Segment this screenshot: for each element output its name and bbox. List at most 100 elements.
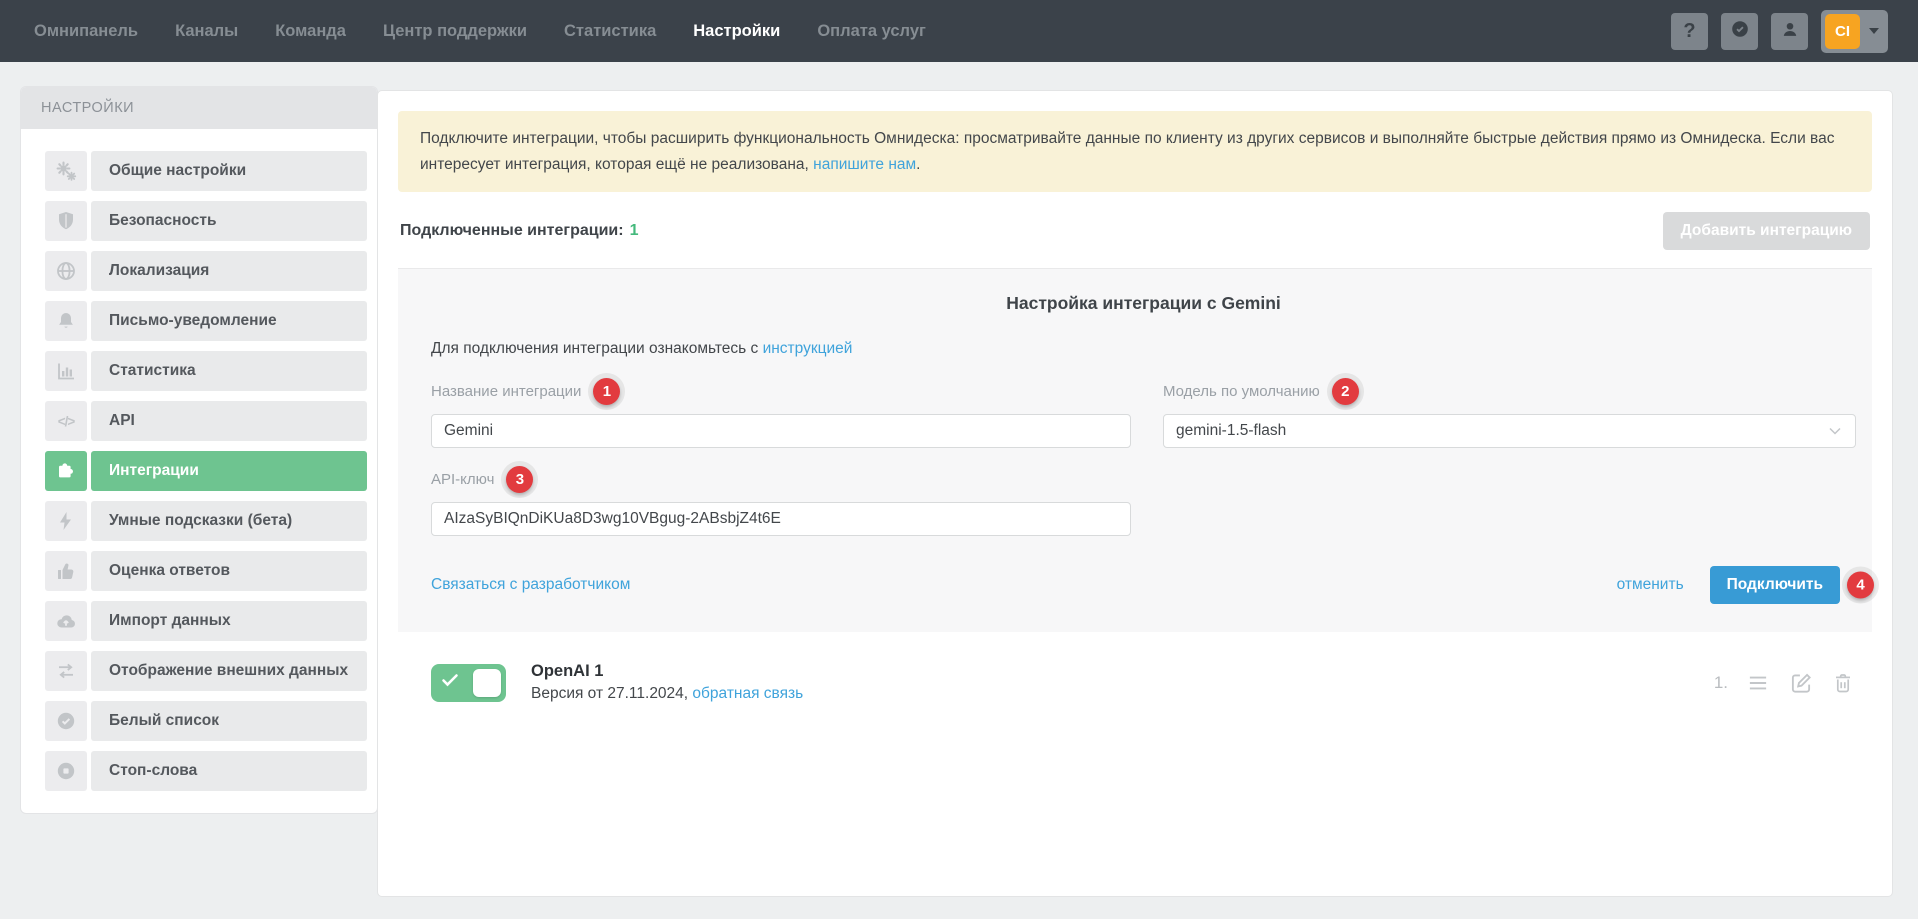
bell-icon xyxy=(45,301,87,341)
sidebar-item-label: Белый список xyxy=(91,701,367,741)
sidebar-item-localization[interactable]: Локализация xyxy=(45,251,367,291)
transfer-arrows-icon xyxy=(45,651,87,691)
sidebar-item-label: Оценка ответов xyxy=(91,551,367,591)
notice-text: Подключите интеграции, чтобы расширить ф… xyxy=(420,130,1834,173)
step-badge-3: 3 xyxy=(506,466,533,493)
sidebar-item-label: Отображение внешних данных xyxy=(91,651,367,691)
add-integration-button[interactable]: Добавить интеграцию xyxy=(1663,212,1870,250)
form-title: Настройка интеграции с Gemini xyxy=(431,293,1856,314)
nav-settings[interactable]: Настройки xyxy=(693,22,780,41)
integration-enabled-toggle[interactable] xyxy=(431,664,506,702)
sidebar-item-general-settings[interactable]: Общие настройки xyxy=(45,151,367,191)
sidebar-item-label: Умные подсказки (бета) xyxy=(91,501,367,541)
sidebar-item-security[interactable]: Безопасность xyxy=(45,201,367,241)
default-model-label: Модель по умолчанию xyxy=(1163,383,1320,400)
trash-icon[interactable] xyxy=(1831,671,1855,695)
sidebar-item-label: Локализация xyxy=(91,251,367,291)
gears-icon xyxy=(45,151,87,191)
sidebar-item-label: Импорт данных xyxy=(91,601,367,641)
integration-order-number: 1. xyxy=(1714,673,1728,693)
integration-row-actions: 1. xyxy=(1714,670,1855,696)
integrations-page: Подключите интеграции, чтобы расширить ф… xyxy=(377,90,1893,897)
default-model-value: gemini-1.5-flash xyxy=(1176,422,1286,440)
feedback-link[interactable]: обратная связь xyxy=(692,685,803,702)
thumb-up-icon xyxy=(45,551,87,591)
sidebar-item-label: Статистика xyxy=(91,351,367,391)
sidebar-header: НАСТРОЙКИ xyxy=(21,87,377,129)
puzzle-icon xyxy=(45,451,87,491)
nav-team[interactable]: Команда xyxy=(275,22,346,41)
sidebar-item-stopwords[interactable]: Стоп-слова xyxy=(45,751,367,791)
sidebar-item-label: Интеграции xyxy=(91,451,367,491)
info-notice: Подключите интеграции, чтобы расширить ф… xyxy=(398,111,1872,192)
sidebar-item-integrations[interactable]: Интеграции xyxy=(45,451,367,491)
sidebar-item-label: API xyxy=(91,401,367,441)
sidebar-item-label: Стоп-слова xyxy=(91,751,367,791)
sidebar-item-label: Безопасность xyxy=(91,201,367,241)
nav-omnipanel[interactable]: Омнипанель xyxy=(34,22,138,41)
globe-icon xyxy=(45,251,87,291)
menu-icon[interactable] xyxy=(1745,670,1771,696)
write-us-link[interactable]: напишите нам xyxy=(813,156,916,173)
avatar: CI xyxy=(1825,14,1860,49)
step-badge-1: 1 xyxy=(593,378,620,405)
edit-icon[interactable] xyxy=(1788,670,1814,696)
cancel-link[interactable]: отменить xyxy=(1617,576,1684,594)
integration-name: OpenAI 1 xyxy=(531,662,803,681)
contact-developer-link[interactable]: Связаться с разработчиком xyxy=(431,576,630,594)
chevron-down-icon xyxy=(1829,422,1841,440)
nav-statistics[interactable]: Статистика xyxy=(564,22,656,41)
api-key-input[interactable] xyxy=(431,502,1131,536)
settings-sidebar: НАСТРОЙКИ Общие настройки Безопа xyxy=(20,86,378,814)
form-grid: Название интеграции 1 API-ключ 3 Модель … xyxy=(431,376,1856,536)
nav-support-center[interactable]: Центр поддержки xyxy=(383,22,527,41)
chevron-down-icon xyxy=(1869,28,1879,34)
sidebar-item-answer-rating[interactable]: Оценка ответов xyxy=(45,551,367,591)
api-key-label: API-ключ xyxy=(431,471,494,488)
main-menu: Омнипанель Каналы Команда Центр поддержк… xyxy=(34,22,926,41)
integration-name-label: Название интеграции xyxy=(431,383,581,400)
check-icon xyxy=(438,668,462,697)
nav-channels[interactable]: Каналы xyxy=(175,22,238,41)
navbar-actions: ? CI xyxy=(1671,10,1888,53)
nav-billing[interactable]: Оплата услуг xyxy=(817,22,926,41)
lightning-icon xyxy=(45,501,87,541)
sidebar-item-smart-suggestions[interactable]: Умные подсказки (бета) xyxy=(45,501,367,541)
top-navbar: Омнипанель Каналы Команда Центр поддержк… xyxy=(0,0,1918,62)
instruction-line: Для подключения интеграции ознакомьтесь … xyxy=(431,340,1856,358)
cloud-upload-icon xyxy=(45,601,87,641)
integration-form-panel: Настройка интеграции с Gemini Для подклю… xyxy=(398,268,1872,632)
shield-icon xyxy=(45,201,87,241)
form-actions: Связаться с разработчиком отменить Подкл… xyxy=(431,566,1856,604)
step-badge-4: 4 xyxy=(1847,572,1874,599)
notice-text-after: . xyxy=(916,156,920,173)
check-badge-icon xyxy=(45,701,87,741)
sidebar-item-whitelist[interactable]: Белый список xyxy=(45,701,367,741)
verified-button[interactable] xyxy=(1721,13,1758,50)
instruction-link[interactable]: инструкцией xyxy=(763,340,853,357)
stop-icon xyxy=(45,751,87,791)
verified-badge-icon xyxy=(1729,18,1751,45)
sidebar-item-statistics[interactable]: Статистика xyxy=(45,351,367,391)
code-icon: </> xyxy=(45,401,87,441)
user-icon xyxy=(1779,18,1801,45)
connect-button[interactable]: Подключить xyxy=(1710,566,1840,604)
sidebar-item-external-data[interactable]: Отображение внешних данных xyxy=(45,651,367,691)
bar-chart-icon xyxy=(45,351,87,391)
step-badge-2: 2 xyxy=(1332,378,1359,405)
integration-name-input[interactable] xyxy=(431,414,1131,448)
integration-version: Версия от 27.11.2024, xyxy=(531,685,692,702)
connected-integrations-count: 1 xyxy=(630,222,639,240)
default-model-select[interactable]: gemini-1.5-flash xyxy=(1163,414,1856,448)
sidebar-item-notification-email[interactable]: Письмо-уведомление xyxy=(45,301,367,341)
sidebar-list: Общие настройки Безопасность Локализация… xyxy=(21,129,377,791)
sidebar-item-api[interactable]: </> API xyxy=(45,401,367,441)
toggle-knob xyxy=(473,669,501,697)
integration-list-row: OpenAI 1 Версия от 27.11.2024, обратная … xyxy=(398,662,1872,703)
profile-button[interactable] xyxy=(1771,13,1808,50)
help-icon: ? xyxy=(1683,20,1695,43)
account-menu-button[interactable]: CI xyxy=(1821,10,1888,53)
connected-integrations-row: Подключенные интеграции: 1 Добавить инте… xyxy=(400,212,1870,250)
sidebar-item-data-import[interactable]: Импорт данных xyxy=(45,601,367,641)
help-button[interactable]: ? xyxy=(1671,13,1708,50)
